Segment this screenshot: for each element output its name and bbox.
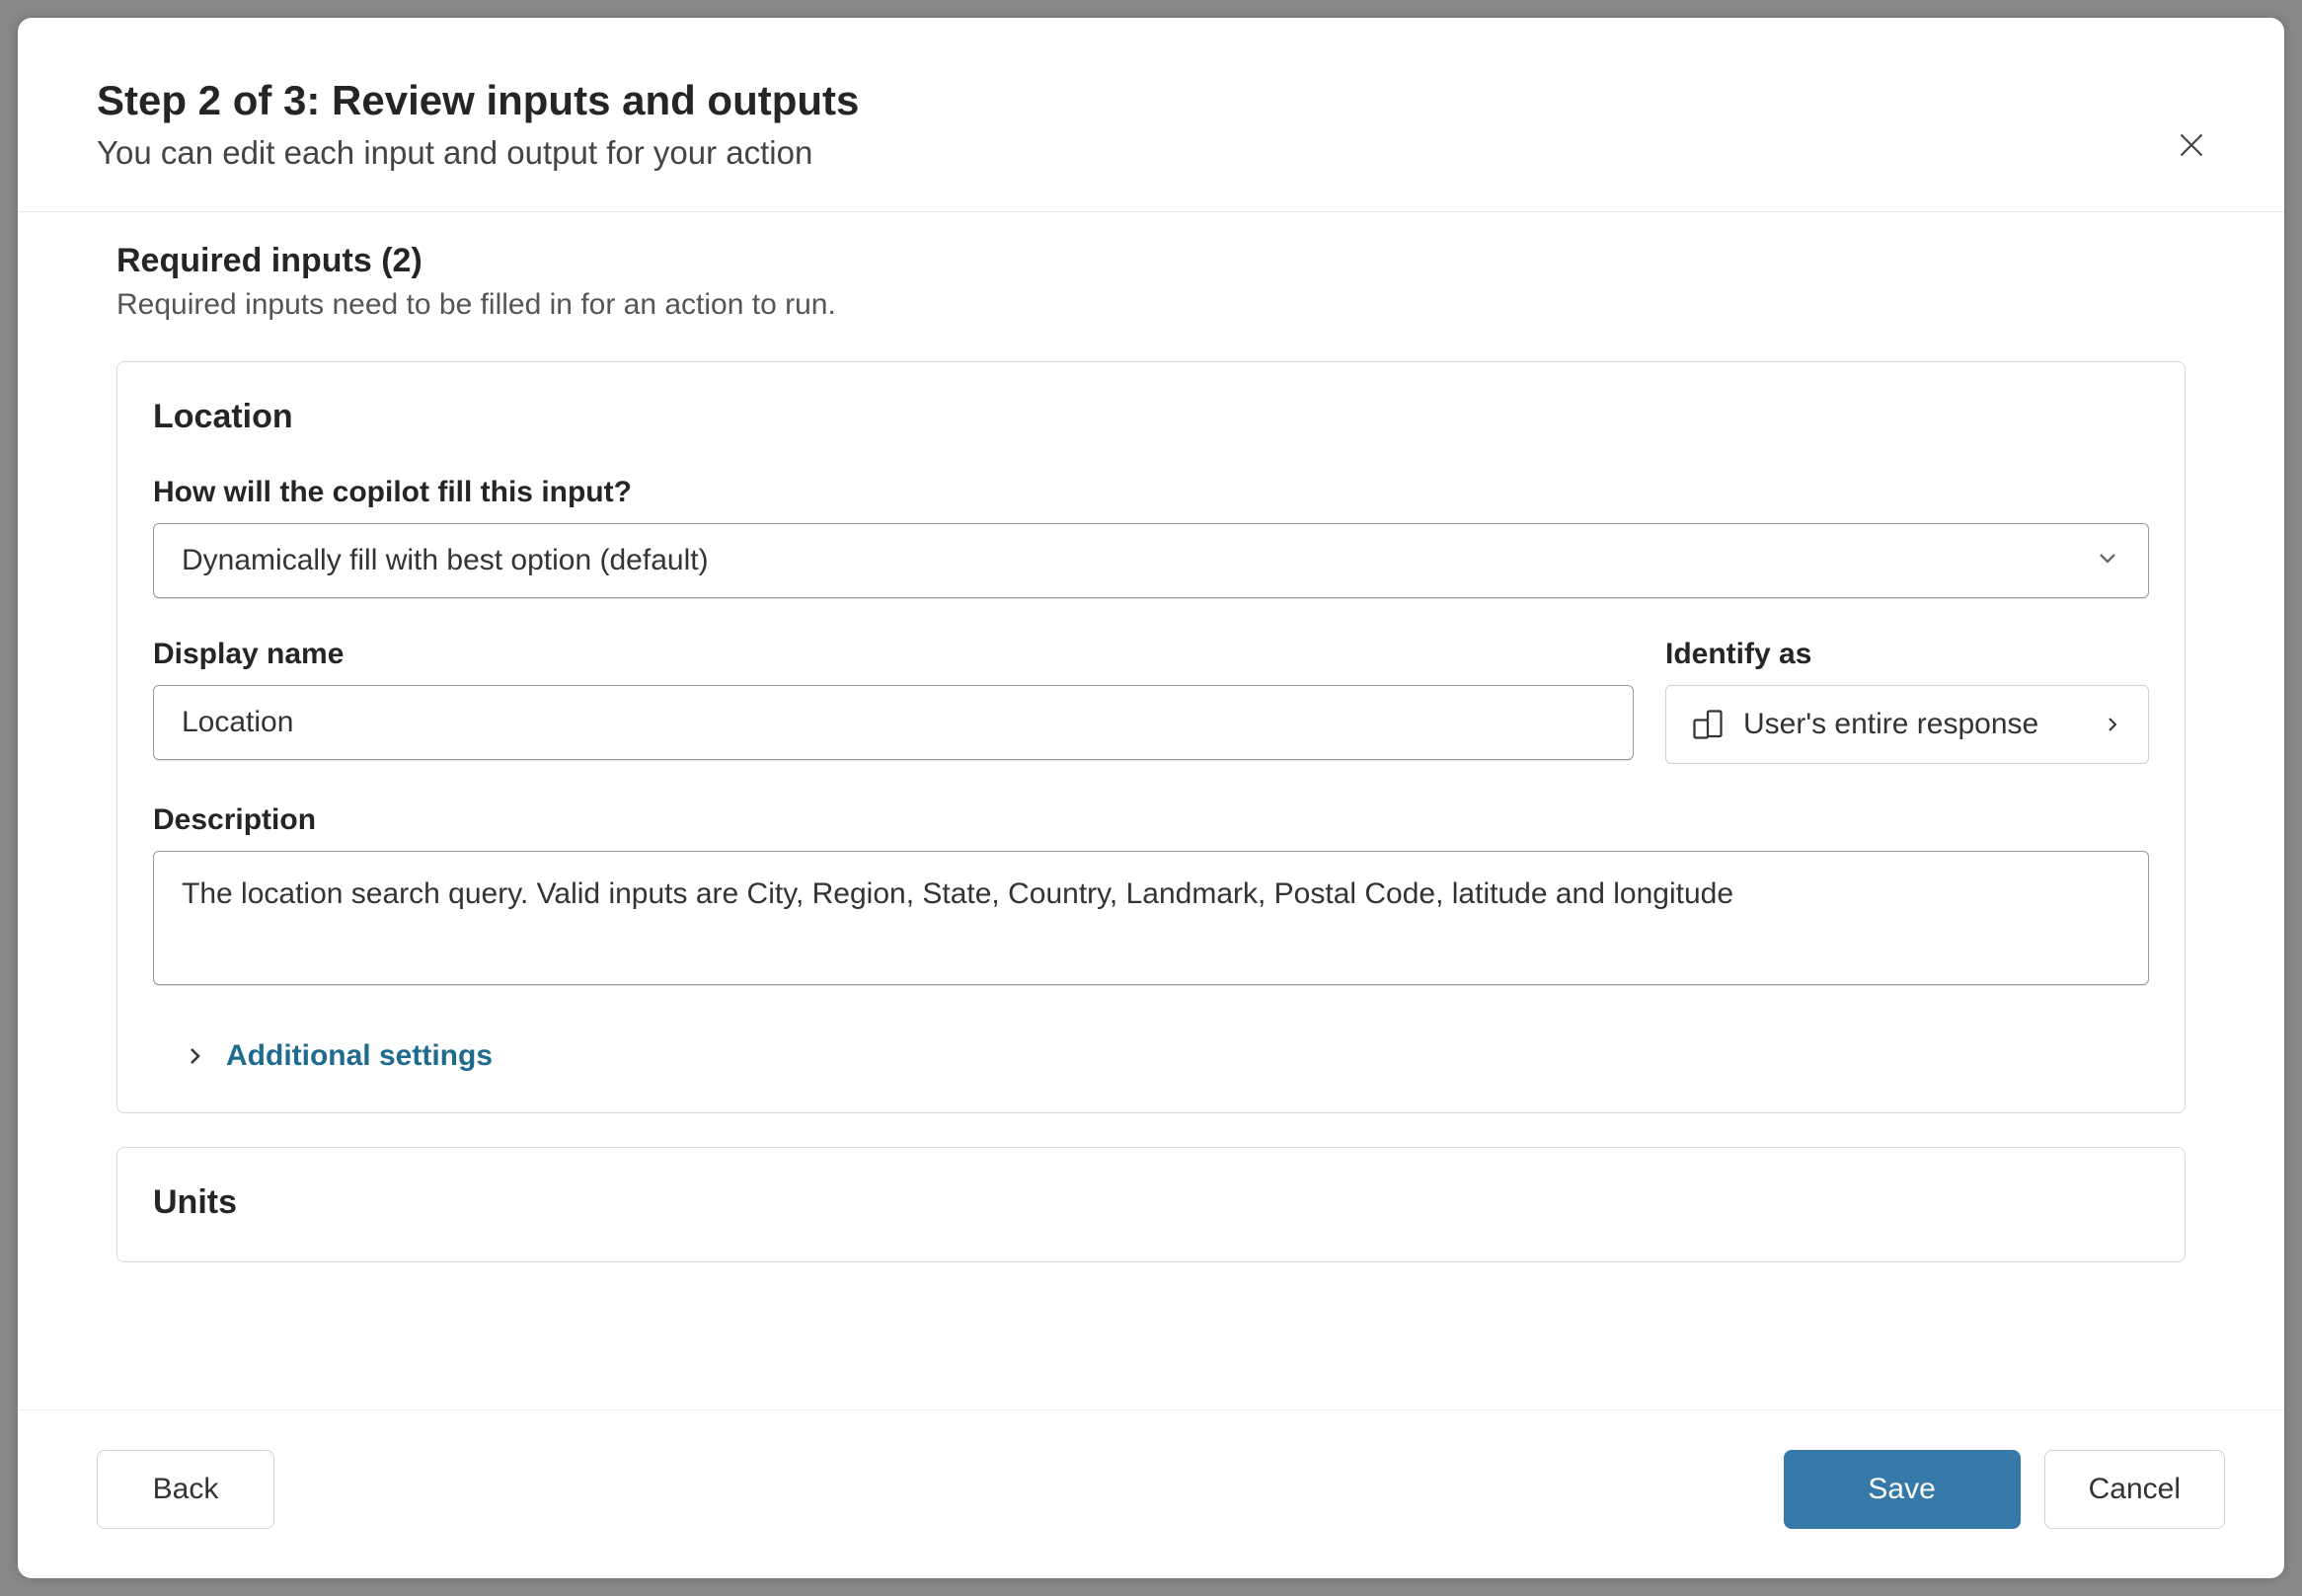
close-button[interactable]	[2168, 121, 2215, 169]
display-name-label: Display name	[153, 638, 1634, 671]
input-card-units: Units	[116, 1147, 2186, 1262]
fill-input-select-wrapper: Dynamically fill with best option (defau…	[153, 523, 2149, 598]
entity-icon	[1690, 707, 1726, 742]
identify-as-button[interactable]: User's entire response	[1665, 685, 2149, 764]
description-label: Description	[153, 803, 2149, 837]
dialog-title: Step 2 of 3: Review inputs and outputs	[97, 77, 2205, 124]
additional-settings-toggle[interactable]: Additional settings	[153, 1039, 2149, 1073]
dialog-footer: Back Save Cancel	[18, 1409, 2284, 1578]
review-inputs-dialog: Step 2 of 3: Review inputs and outputs Y…	[18, 18, 2284, 1578]
description-input[interactable]	[153, 851, 2149, 985]
chevron-right-icon	[183, 1044, 206, 1068]
fill-input-value: Dynamically fill with best option (defau…	[182, 544, 709, 577]
required-inputs-title: Required inputs (2)	[116, 242, 2186, 280]
identify-as-value: User's entire response	[1743, 708, 2083, 741]
card-title: Units	[153, 1183, 2149, 1222]
dialog-header: Step 2 of 3: Review inputs and outputs Y…	[18, 18, 2284, 212]
fill-input-label: How will the copilot fill this input?	[153, 476, 2149, 509]
close-icon	[2174, 127, 2209, 163]
save-button[interactable]: Save	[1784, 1450, 2021, 1529]
card-title: Location	[153, 398, 2149, 436]
display-name-column: Display name	[153, 638, 1634, 764]
chevron-right-icon	[2101, 713, 2124, 736]
dialog-subtitle: You can edit each input and output for y…	[97, 134, 2205, 172]
fill-input-select[interactable]: Dynamically fill with best option (defau…	[153, 523, 2149, 598]
identify-as-column: Identify as User's entire response	[1665, 638, 2149, 764]
additional-settings-label: Additional settings	[226, 1039, 493, 1073]
input-card-location: Location How will the copilot fill this …	[116, 361, 2186, 1113]
identify-as-label: Identify as	[1665, 638, 2149, 671]
dialog-body[interactable]: Required inputs (2) Required inputs need…	[18, 212, 2284, 1409]
required-inputs-subtitle: Required inputs need to be filled in for…	[116, 288, 2186, 322]
cancel-button[interactable]: Cancel	[2044, 1450, 2225, 1529]
back-button[interactable]: Back	[97, 1450, 274, 1529]
display-name-input[interactable]	[153, 685, 1634, 760]
